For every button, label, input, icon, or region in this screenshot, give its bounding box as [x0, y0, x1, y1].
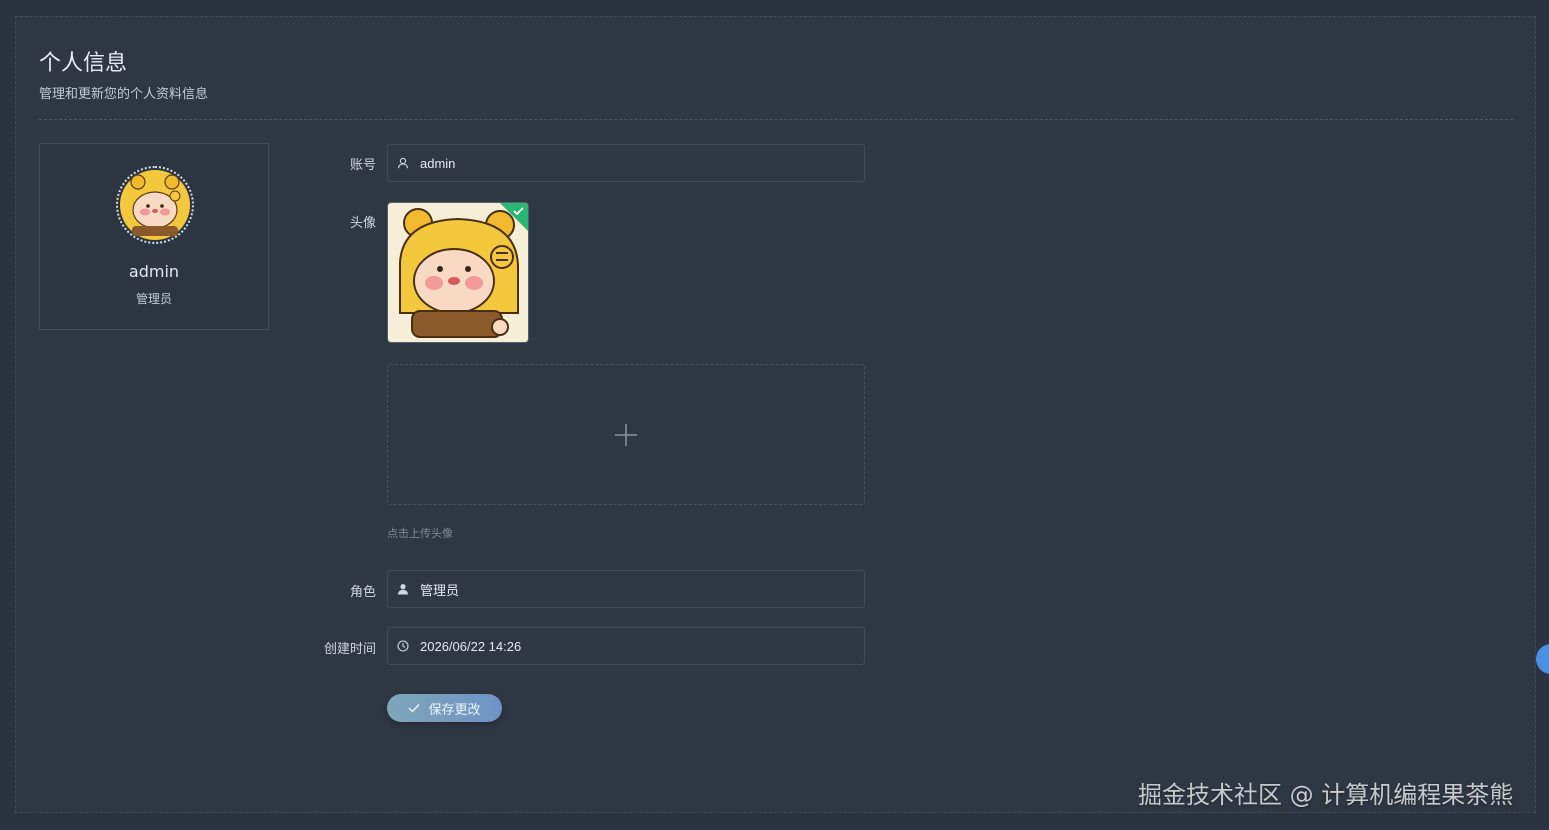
avatar: [116, 166, 194, 244]
plus-icon: [615, 423, 637, 446]
user-solid-icon: [396, 582, 410, 596]
watermark: 掘金技术社区 @ 计算机编程果茶熊: [1138, 781, 1514, 809]
profile-page: 个人信息 管理和更新您的个人资料信息 admin 管理员 账号 admin 头像…: [15, 16, 1536, 813]
account-label: 账号: [349, 158, 376, 173]
check-badge-icon: [500, 203, 528, 231]
user-outline-icon: [396, 156, 410, 170]
check-icon: [408, 704, 420, 713]
bee-hamster-avatar-icon: [120, 170, 190, 240]
account-value: admin: [420, 155, 456, 171]
profile-card: admin 管理员: [39, 143, 269, 330]
role-label: 角色: [349, 585, 376, 600]
created-field[interactable]: 2026/06/22 14:26: [387, 627, 865, 665]
save-button[interactable]: 保存更改: [387, 694, 502, 722]
clock-icon: [396, 639, 410, 653]
uploaded-avatar-preview[interactable]: [387, 202, 529, 343]
header-divider: [39, 119, 1513, 120]
avatar-upload-area[interactable]: [387, 364, 865, 505]
page-title: 个人信息: [39, 51, 128, 76]
profile-username: admin: [128, 262, 180, 281]
page-subtitle: 管理和更新您的个人资料信息: [39, 87, 209, 102]
upload-hint: 点击上传头像: [387, 527, 453, 540]
profile-role: 管理员: [135, 292, 172, 306]
role-value: 管理员: [420, 582, 460, 598]
role-field[interactable]: 管理员: [387, 570, 865, 608]
created-label: 创建时间: [323, 642, 376, 657]
created-value: 2026/06/22 14:26: [420, 638, 522, 654]
save-button-label: 保存更改: [428, 702, 481, 718]
avatar-label: 头像: [349, 216, 376, 231]
account-field[interactable]: admin: [387, 144, 865, 182]
side-drawer-handle[interactable]: [1536, 644, 1549, 674]
